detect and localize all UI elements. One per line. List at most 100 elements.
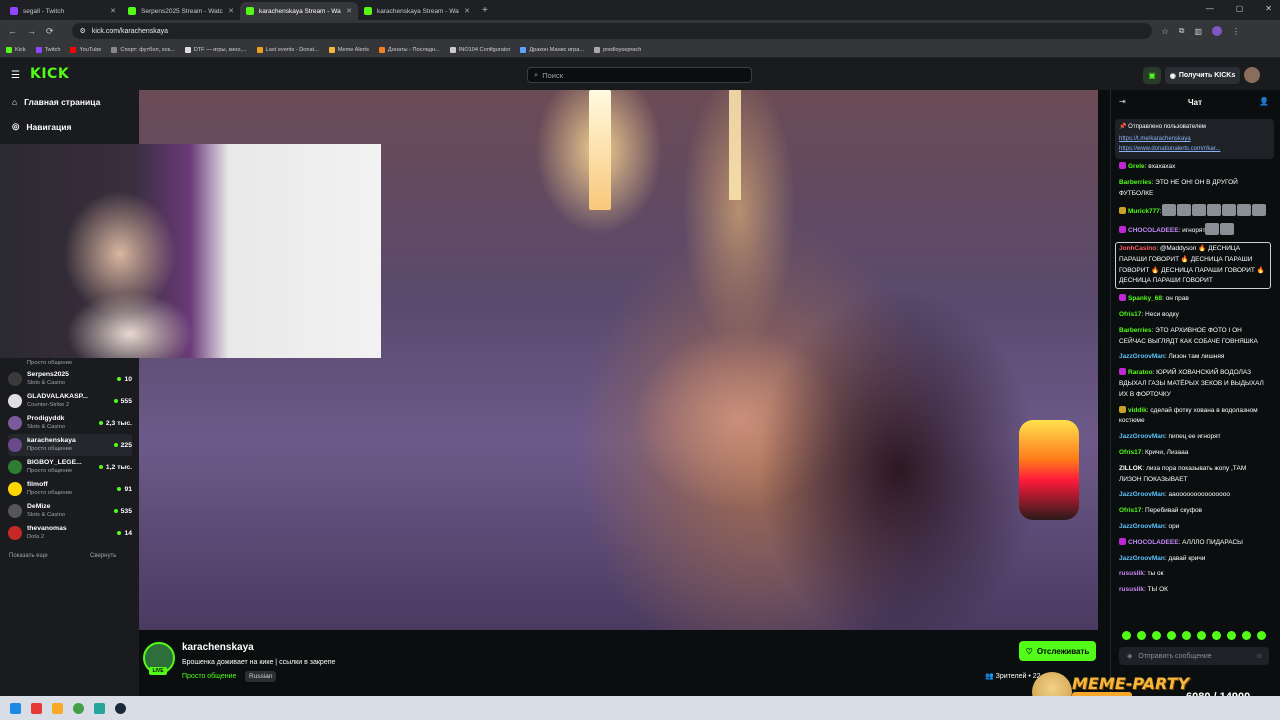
chat-username[interactable]: rususlik: [1119, 570, 1144, 577]
emote-icon[interactable]: [1167, 631, 1176, 640]
chrome-icon[interactable]: [73, 702, 84, 714]
channel-category: Просто общение: [27, 360, 73, 366]
chat-username[interactable]: Murick777: [1128, 208, 1160, 215]
sidepanel-icon[interactable]: ▥: [1194, 27, 1202, 36]
chat-username[interactable]: CHOCOLADEEE: [1128, 539, 1179, 546]
windows-start-icon[interactable]: [10, 702, 21, 714]
sidebar-channel[interactable]: Serpens2025 Slots & Casino 10: [8, 368, 132, 390]
chat-username[interactable]: Barberries: [1119, 327, 1152, 334]
chat-username[interactable]: Ofris17: [1119, 311, 1141, 318]
emoji-icon[interactable]: ☺: [1256, 653, 1263, 660]
pinned-link[interactable]: https://t.me/karachenskaya: [1119, 134, 1270, 144]
get-kicks-button[interactable]: ◉ Получить KICKs: [1165, 67, 1240, 84]
yandex-icon[interactable]: [31, 702, 42, 714]
emote-icon[interactable]: [1242, 631, 1251, 640]
kicks-wallet-icon[interactable]: ▣: [1143, 67, 1161, 84]
emote-icon[interactable]: [1227, 631, 1236, 640]
chat-username[interactable]: Barberries: [1119, 179, 1152, 186]
bookmark-star-icon[interactable]: ☆: [1162, 27, 1169, 36]
sidebar-channel[interactable]: BIGBOY_LEGE... Просто общение 1,2 тыс.: [8, 456, 132, 478]
chat-input[interactable]: ◈ Отправить сообщение ☺: [1119, 647, 1269, 665]
bookmark-item[interactable]: Twitch: [35, 46, 60, 53]
hamburger-menu-icon[interactable]: ☰: [11, 70, 20, 81]
extensions-icon[interactable]: ⧉: [1179, 26, 1185, 36]
site-info-icon[interactable]: ⚙: [80, 27, 86, 35]
chat-username[interactable]: rususlik: [1119, 586, 1144, 593]
chat-username[interactable]: Ofris17: [1119, 507, 1141, 514]
chat-username[interactable]: JazzGroovMan: [1119, 353, 1165, 360]
browser-tab-active[interactable]: karachenskaya Stream - Watch ✕: [240, 2, 358, 20]
pinned-link[interactable]: https://www.donationalerts.com/r/kar...: [1119, 144, 1270, 154]
steam-icon[interactable]: [115, 702, 126, 714]
bookmark-item[interactable]: Last events - Donat...: [256, 46, 319, 53]
bookmark-item[interactable]: Донаты - Последн...: [378, 46, 440, 53]
chat-username[interactable]: Spanky_68: [1128, 295, 1162, 302]
chat-username[interactable]: CHOCOLADEEE: [1128, 227, 1179, 234]
close-tab-icon[interactable]: ✕: [110, 7, 116, 15]
browser-tab[interactable]: Serpens2025 Stream - Watch Li✕: [122, 2, 240, 20]
app-icon[interactable]: [94, 702, 105, 714]
emote-icon[interactable]: [1257, 631, 1266, 640]
chat-username[interactable]: JonhCasino: [1119, 245, 1156, 252]
bookmark-item[interactable]: Kick: [6, 46, 26, 53]
stream-category[interactable]: Просто общение: [182, 673, 236, 680]
reload-icon[interactable]: ⟳: [46, 26, 54, 37]
emote-icon[interactable]: [1137, 631, 1146, 640]
language-tag[interactable]: Russian: [245, 671, 277, 682]
chat-username[interactable]: Ofris17: [1119, 449, 1141, 456]
bookmark-item[interactable]: predloyseprach: [594, 46, 641, 53]
bookmark-item[interactable]: DTF — игры, кино,...: [184, 46, 247, 53]
bookmark-item[interactable]: Спорт: футбол, хок...: [111, 46, 175, 53]
close-tab-icon[interactable]: ✕: [464, 7, 470, 15]
bookmark-item[interactable]: Дракон Манис игра...: [520, 46, 584, 53]
kick-logo[interactable]: KICK: [30, 66, 69, 82]
chat-username[interactable]: JazzGroovMan: [1119, 491, 1165, 498]
forward-icon[interactable]: →: [27, 26, 36, 36]
follow-button[interactable]: ♡ Отслеживать: [1019, 641, 1096, 661]
browser-tab[interactable]: karachenskaya Stream - Watch ✕: [358, 2, 476, 20]
sidebar-channel[interactable]: thevanomas Dota 2 14: [8, 522, 132, 544]
maximize-icon[interactable]: ▢: [1236, 4, 1244, 13]
chat-username[interactable]: JazzGroovMan: [1119, 555, 1165, 562]
bookmark-item[interactable]: YouTube: [70, 46, 101, 53]
profile-avatar[interactable]: [1212, 26, 1222, 36]
close-tab-icon[interactable]: ✕: [346, 7, 352, 15]
close-tab-icon[interactable]: ✕: [228, 7, 234, 15]
sidebar-home[interactable]: ⌂ Главная страница: [12, 97, 100, 107]
sidebar-channel[interactable]: Prodigyddk Slots & Casino 2,3 тыс.: [8, 412, 132, 434]
menu-icon[interactable]: ⋮: [1232, 27, 1240, 36]
emote-icon[interactable]: [1197, 631, 1206, 640]
folder-icon[interactable]: [52, 702, 63, 714]
emote-icon[interactable]: [1152, 631, 1161, 640]
emote-icon[interactable]: [1122, 631, 1131, 640]
chat-username[interactable]: Grele: [1128, 163, 1145, 170]
users-icon: 👥: [985, 673, 994, 680]
sidebar-channel[interactable]: DeMize Slots & Casino 535: [8, 500, 132, 522]
chat-username[interactable]: Raratoo: [1128, 369, 1153, 376]
site-icon: [449, 46, 456, 53]
chat-username[interactable]: JazzGroovMan: [1119, 433, 1165, 440]
bookmark-item[interactable]: INO104 Configurator: [449, 46, 510, 53]
search-input[interactable]: ⌕ Поиск: [527, 67, 752, 83]
close-window-icon[interactable]: ✕: [1265, 4, 1272, 13]
streamer-name[interactable]: karachenskaya: [182, 642, 254, 653]
emote-icon[interactable]: [1212, 631, 1221, 640]
user-avatar[interactable]: [1244, 67, 1260, 83]
url-field[interactable]: ⚙ kick.com/karachenskaya: [71, 23, 1152, 39]
sidebar-channel-selected[interactable]: karachenskaya Просто общение 225: [8, 434, 132, 456]
back-icon[interactable]: ←: [8, 26, 17, 36]
chat-username[interactable]: JazzGroovMan: [1119, 523, 1165, 530]
browser-tab[interactable]: segall - Twitch ✕: [4, 2, 122, 20]
sidebar-channel[interactable]: GLADVALAKASP... Counter-Strike 2 555: [8, 390, 132, 412]
minimize-icon[interactable]: —: [1206, 4, 1214, 13]
collapse-link[interactable]: Свернуть: [90, 553, 116, 559]
chat-username[interactable]: ZILLOK: [1119, 465, 1142, 472]
sidebar-navigation[interactable]: ◎ Навигация: [12, 121, 71, 132]
chat-username[interactable]: viddik: [1128, 407, 1147, 414]
show-more-link[interactable]: Показать еще: [9, 553, 48, 559]
sidebar-channel[interactable]: filmoff Просто общение 91: [8, 478, 132, 500]
new-tab-button[interactable]: +: [482, 5, 488, 16]
bookmark-item[interactable]: Meme Alerts: [328, 46, 369, 53]
emote-icon[interactable]: [1182, 631, 1191, 640]
chat-users-icon[interactable]: 👤: [1259, 97, 1269, 106]
